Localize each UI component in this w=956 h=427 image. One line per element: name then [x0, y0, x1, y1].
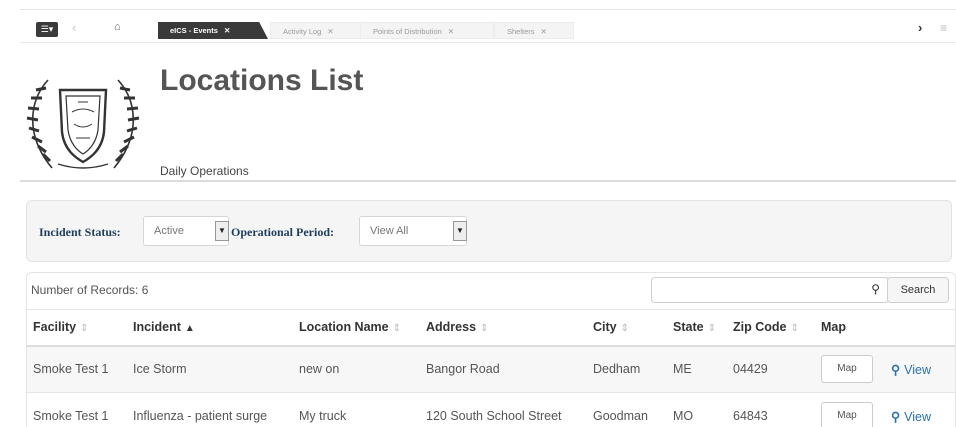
column-header-map: Map — [815, 309, 885, 347]
column-label: Map — [821, 320, 846, 335]
cell-facility: Smoke Test 1 — [27, 345, 127, 393]
operational-period-value: View All — [370, 225, 409, 237]
column-header-address[interactable]: Address ⇕ — [420, 309, 587, 347]
cell-address: 120 South School Street — [420, 392, 587, 427]
close-icon[interactable]: ✕ — [327, 27, 333, 36]
cell-state: MO — [667, 392, 727, 427]
locations-table-panel: Number of Records: 6 ⚲ Search Facility ⇕ … — [26, 272, 956, 427]
cell-incident: Influenza - patient surge — [127, 392, 293, 427]
tab-bar-bottom-border — [20, 42, 956, 43]
map-button[interactable]: Map — [821, 402, 873, 427]
column-label: Zip Code — [733, 320, 787, 335]
cell-location-name: My truck — [293, 392, 420, 427]
operational-period-select[interactable]: View All ▼ — [359, 216, 467, 246]
cell-city: Dedham — [587, 345, 667, 393]
home-icon[interactable]: ⌂ — [114, 21, 121, 33]
chevron-down-icon[interactable]: ▼ — [215, 221, 229, 241]
incident-status-select[interactable]: Active ▼ — [143, 216, 229, 246]
cell-city: Goodman — [587, 392, 667, 427]
chevron-down-icon[interactable]: ▼ — [453, 221, 467, 241]
table-header-row: Facility ⇕ Incident ▲ Location Name ⇕ Addre… — [27, 309, 955, 347]
cell-map: Map — [815, 392, 885, 427]
view-link[interactable]: ⚲ View — [891, 410, 931, 424]
tab-bar: ☰▾ ‹ ⌂ eICS - Events ✕ Activity Log ✕ Poin… — [0, 0, 956, 46]
operational-period-label: Operational Period: — [231, 225, 334, 239]
sort-icon: ⇕ — [480, 323, 489, 335]
sort-icon: ⇕ — [620, 323, 630, 335]
tab-label: Points of Distribution — [373, 27, 442, 36]
column-label: City — [593, 320, 617, 335]
column-header-actions — [885, 309, 955, 347]
cell-map: Map — [815, 345, 885, 393]
page-title: Locations List — [160, 64, 364, 97]
column-header-facility[interactable]: Facility ⇕ — [27, 309, 127, 347]
search-icon: ⚲ — [891, 409, 901, 424]
search-icon: ⚲ — [891, 362, 901, 377]
crest-logo — [26, 79, 140, 169]
tab-points-of-distribution[interactable]: Points of Distribution ✕ — [360, 22, 494, 39]
cell-address: Bangor Road — [420, 345, 587, 393]
search-icon[interactable]: ⚲ — [871, 282, 880, 296]
column-label: Incident — [133, 320, 181, 335]
table-row: Smoke Test 1 Ice Storm new on Bangor Roa… — [27, 345, 955, 393]
column-header-city[interactable]: City ⇕ — [587, 309, 667, 347]
cell-location-name: new on — [293, 345, 420, 393]
list-icon[interactable]: ≡ — [940, 21, 947, 35]
column-header-zip-code[interactable]: Zip Code ⇕ — [727, 309, 815, 347]
cell-view: ⚲ View — [885, 392, 955, 427]
column-label: Facility — [33, 320, 77, 335]
cell-facility: Smoke Test 1 — [27, 392, 127, 427]
tab-activity-log[interactable]: Activity Log ✕ — [270, 22, 362, 39]
filter-panel: Incident Status: Active ▼ Operational Pe… — [26, 200, 952, 262]
column-label: Address — [426, 320, 477, 335]
column-header-location-name[interactable]: Location Name ⇕ — [293, 309, 420, 347]
tab-bar-top-border — [20, 9, 956, 10]
close-icon[interactable]: ✕ — [448, 27, 454, 36]
cell-zip: 64843 — [727, 392, 815, 427]
incident-status-label: Incident Status: — [39, 225, 121, 239]
cell-view: ⚲ View — [885, 345, 955, 393]
chevron-left-icon[interactable]: ‹ — [72, 20, 76, 35]
cell-zip: 04429 — [727, 345, 815, 393]
sort-asc-icon: ▲ — [184, 323, 195, 335]
column-header-incident[interactable]: Incident ▲ — [127, 309, 293, 347]
tab-label: Shelters — [507, 27, 535, 36]
header-divider — [20, 180, 956, 182]
chevron-right-icon[interactable]: › — [918, 20, 922, 35]
incident-status-value: Active — [154, 225, 184, 237]
map-button[interactable]: Map — [821, 355, 873, 384]
close-icon[interactable]: ✕ — [224, 26, 230, 35]
sort-icon: ⇕ — [80, 323, 89, 335]
column-header-state[interactable]: State ⇕ — [667, 309, 727, 347]
record-count: Number of Records: 6 — [31, 283, 149, 297]
close-icon[interactable]: ✕ — [541, 27, 547, 36]
cell-incident: Ice Storm — [127, 345, 293, 393]
table-row: Smoke Test 1 Influenza - patient surge M… — [27, 392, 955, 427]
cell-state: ME — [667, 345, 727, 393]
column-label: Location Name — [299, 320, 389, 335]
sort-icon: ⇕ — [790, 323, 799, 335]
menu-icon[interactable]: ☰▾ — [36, 22, 58, 37]
tab-label: eICS - Events — [170, 26, 218, 35]
view-label: View — [904, 362, 932, 377]
tab-shelters[interactable]: Shelters ✕ — [494, 22, 574, 39]
tab-eics-events[interactable]: eICS - Events ✕ — [158, 22, 268, 39]
page-subtitle: Daily Operations — [160, 164, 249, 178]
tab-label: Activity Log — [283, 27, 322, 36]
sort-icon: ⇕ — [392, 323, 401, 335]
search-button[interactable]: Search — [887, 277, 949, 303]
locations-table: Facility ⇕ Incident ▲ Location Name ⇕ Addre… — [27, 309, 955, 427]
search-input[interactable]: ⚲ — [651, 277, 889, 303]
view-link[interactable]: ⚲ View — [891, 363, 931, 377]
column-label: State — [673, 320, 704, 335]
sort-icon: ⇕ — [707, 323, 716, 335]
view-label: View — [904, 409, 932, 424]
